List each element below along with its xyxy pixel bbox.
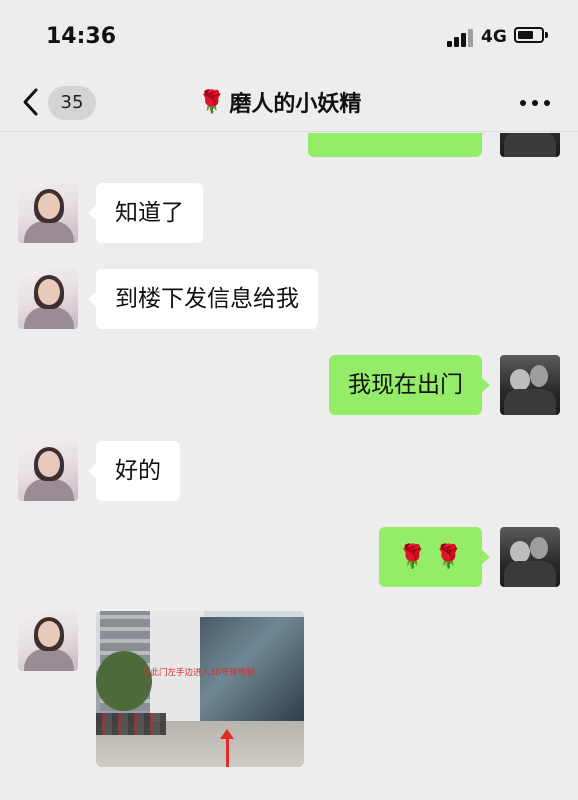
status-time: 14:36 <box>46 24 117 49</box>
partner-avatar[interactable] <box>18 269 78 329</box>
network-label: 4G <box>481 27 507 47</box>
message-bubble[interactable]: 好的 <box>88 441 180 501</box>
message-bubble[interactable]: 🌹 🌹 <box>379 527 490 587</box>
back-chevron-icon[interactable] <box>18 86 44 118</box>
message-bubble[interactable]: 知道了 <box>88 183 203 243</box>
message-list[interactable]: 知道了 到楼下发信息给我 我现在出门 好的 🌹 🌹 从此门左手边进入30号楼电梯 <box>0 133 578 800</box>
message-bubble[interactable]: 我现在出门 <box>329 355 490 415</box>
image-annotation-text: 从此门左手边进入30号楼电梯 <box>142 668 255 678</box>
my-avatar[interactable] <box>500 355 560 415</box>
battery-icon <box>514 27 548 43</box>
message-bubble-partial[interactable] <box>308 133 490 157</box>
image-message[interactable]: 从此门左手边进入30号楼电梯 <box>96 611 304 767</box>
partner-avatar[interactable] <box>18 183 78 243</box>
partner-avatar[interactable] <box>18 611 78 671</box>
signal-icon <box>447 27 473 47</box>
my-avatar[interactable] <box>500 133 560 157</box>
status-bar: 14:36 4G <box>0 0 578 74</box>
chat-title-text: 磨人的小妖精 <box>229 92 362 117</box>
more-dots-icon[interactable] <box>520 100 552 108</box>
rose-emoji: 🌹 <box>198 89 226 115</box>
chat-title[interactable]: 🌹 磨人的小妖精 <box>198 86 361 118</box>
arrow-annotation-icon <box>220 729 234 767</box>
partner-avatar[interactable] <box>18 441 78 501</box>
my-avatar[interactable] <box>500 527 560 587</box>
message-bubble[interactable]: 到楼下发信息给我 <box>88 269 318 329</box>
unread-count-badge[interactable]: 35 <box>48 86 96 120</box>
chat-header: 35 🌹 磨人的小妖精 <box>0 74 578 132</box>
